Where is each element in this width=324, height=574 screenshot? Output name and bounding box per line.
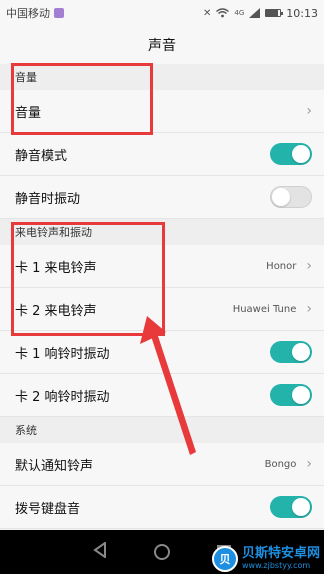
battery-icon — [265, 9, 284, 17]
chevron-right-icon: › — [306, 103, 312, 119]
chevron-right-icon: › — [306, 258, 312, 274]
toggle-knob — [272, 188, 290, 206]
sim-card-icon — [54, 8, 64, 18]
back-icon[interactable] — [93, 541, 107, 562]
section-header-system: 系统 — [0, 417, 324, 443]
watermark-url: www.zjbstyy.com — [241, 561, 311, 570]
sim1-vibrate-row: 卡 1 响铃时振动 — [0, 331, 324, 374]
clock: 10:13 — [286, 6, 318, 20]
sim2-vibrate-row: 卡 2 响铃时振动 — [0, 374, 324, 417]
watermark-title: 贝斯特安卓网 — [241, 546, 320, 561]
vibrate-when-silent-label: 静音时振动 — [15, 191, 81, 207]
sim2-vibrate-toggle[interactable] — [270, 384, 312, 406]
signal-icon — [249, 8, 261, 18]
sim1-vibrate-toggle[interactable] — [270, 341, 312, 363]
wifi-icon — [216, 8, 230, 18]
mute-icon: ✕ — [203, 7, 212, 19]
notification-sound-value: Bongo — [264, 458, 297, 470]
sim2-ringtone-value: Huawei Tune — [232, 303, 297, 315]
dialpad-tone-row: 拨号键盘音 — [0, 486, 324, 529]
page-title-bar: 声音 — [0, 26, 324, 64]
status-bar: 中国移动 ✕ 4G 10:13 — [0, 0, 324, 26]
dialpad-tone-label: 拨号键盘音 — [15, 501, 81, 517]
watermark-logo: 贝 — [211, 546, 238, 572]
notification-sound-row[interactable]: 默认通知铃声 Bongo › — [0, 443, 324, 486]
toggle-knob — [292, 386, 310, 404]
vibrate-when-silent-toggle[interactable] — [270, 186, 312, 208]
toggle-knob — [292, 343, 310, 361]
vibrate-when-silent-row: 静音时振动 — [0, 176, 324, 219]
home-icon[interactable] — [153, 544, 170, 560]
sim1-vibrate-label: 卡 1 响铃时振动 — [15, 346, 110, 362]
notification-sound-label: 默认通知铃声 — [15, 458, 94, 474]
silent-mode-label: 静音模式 — [15, 148, 68, 164]
silent-mode-row: 静音模式 — [0, 133, 324, 176]
toggle-knob — [292, 498, 310, 516]
page-title: 声音 — [148, 38, 176, 54]
dialpad-tone-toggle[interactable] — [270, 496, 312, 518]
watermark: 贝 贝斯特安卓网 www.zjbstyy.com — [211, 546, 320, 572]
chevron-right-icon: › — [306, 301, 312, 317]
chevron-right-icon: › — [306, 456, 312, 472]
sim1-ringtone-value: Honor — [266, 260, 297, 272]
carrier-name: 中国移动 — [6, 7, 50, 20]
annotation-box-ringtone — [11, 222, 165, 336]
toggle-knob — [292, 145, 310, 163]
network-type: 4G — [234, 9, 245, 17]
sim2-vibrate-label: 卡 2 响铃时振动 — [15, 389, 110, 405]
annotation-box-volume — [11, 63, 153, 135]
silent-mode-toggle[interactable] — [270, 143, 312, 165]
